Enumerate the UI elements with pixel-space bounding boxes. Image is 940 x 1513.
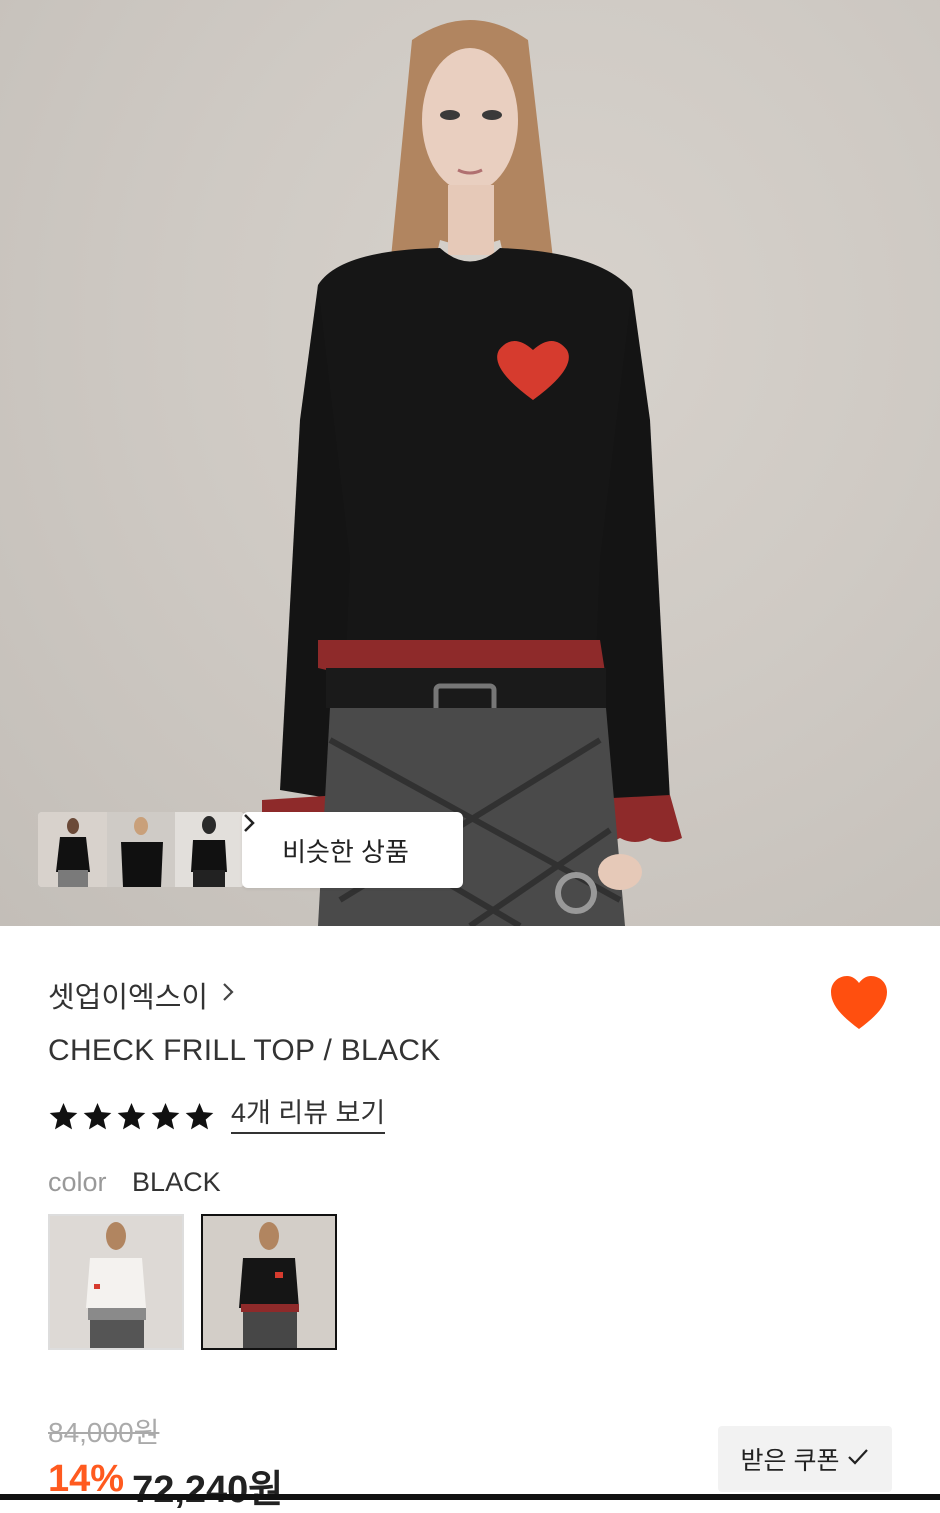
- screen-bottom-edge: [0, 1494, 940, 1500]
- star-icon: [83, 1102, 112, 1129]
- similar-thumbnail[interactable]: [38, 812, 107, 887]
- discount-rate: 14%: [48, 1458, 125, 1500]
- similar-products-label: 비슷한 상품: [282, 836, 409, 867]
- rating-stars: [48, 1101, 215, 1132]
- star-icon: [151, 1102, 180, 1129]
- view-reviews-link[interactable]: 4개 리뷰 보기: [231, 1098, 386, 1134]
- favorite-button[interactable]: [830, 975, 888, 1031]
- star-icon: [49, 1102, 78, 1129]
- current-price: 72,240원: [132, 1469, 284, 1511]
- color-option-black[interactable]: [201, 1214, 337, 1350]
- product-title: CHECK FRILL TOP / BLACK: [48, 1034, 441, 1067]
- product-main-image[interactable]: 비슷한 상품: [0, 0, 940, 926]
- color-value: BLACK: [132, 1167, 221, 1197]
- sale-price: 14% 72,240원: [48, 1458, 283, 1513]
- check-icon: [847, 1445, 869, 1473]
- color-option-white[interactable]: [48, 1214, 184, 1350]
- coupon-label: 받은 쿠폰: [740, 1447, 840, 1475]
- similar-thumbnail[interactable]: [175, 812, 244, 887]
- similar-products-button[interactable]: 비슷한 상품: [242, 812, 463, 888]
- received-coupon-button[interactable]: 받은 쿠폰: [718, 1426, 892, 1492]
- similar-products-thumbnails[interactable]: [38, 812, 244, 887]
- color-selection-label: color BLACK: [48, 1167, 221, 1198]
- heart-icon: [831, 976, 887, 1029]
- model-photo: [262, 20, 682, 926]
- rating-row: 4개 리뷰 보기: [48, 1098, 386, 1134]
- color-label: color: [48, 1167, 107, 1197]
- original-price: 84,000원: [48, 1417, 160, 1448]
- star-icon: [185, 1102, 214, 1129]
- star-icon: [117, 1102, 146, 1129]
- brand-name: 셋업이엑스이: [48, 982, 209, 1014]
- chevron-right-icon: [222, 981, 234, 1009]
- similar-thumbnail[interactable]: [106, 812, 176, 887]
- brand-link[interactable]: 셋업이엑스이: [48, 974, 234, 1016]
